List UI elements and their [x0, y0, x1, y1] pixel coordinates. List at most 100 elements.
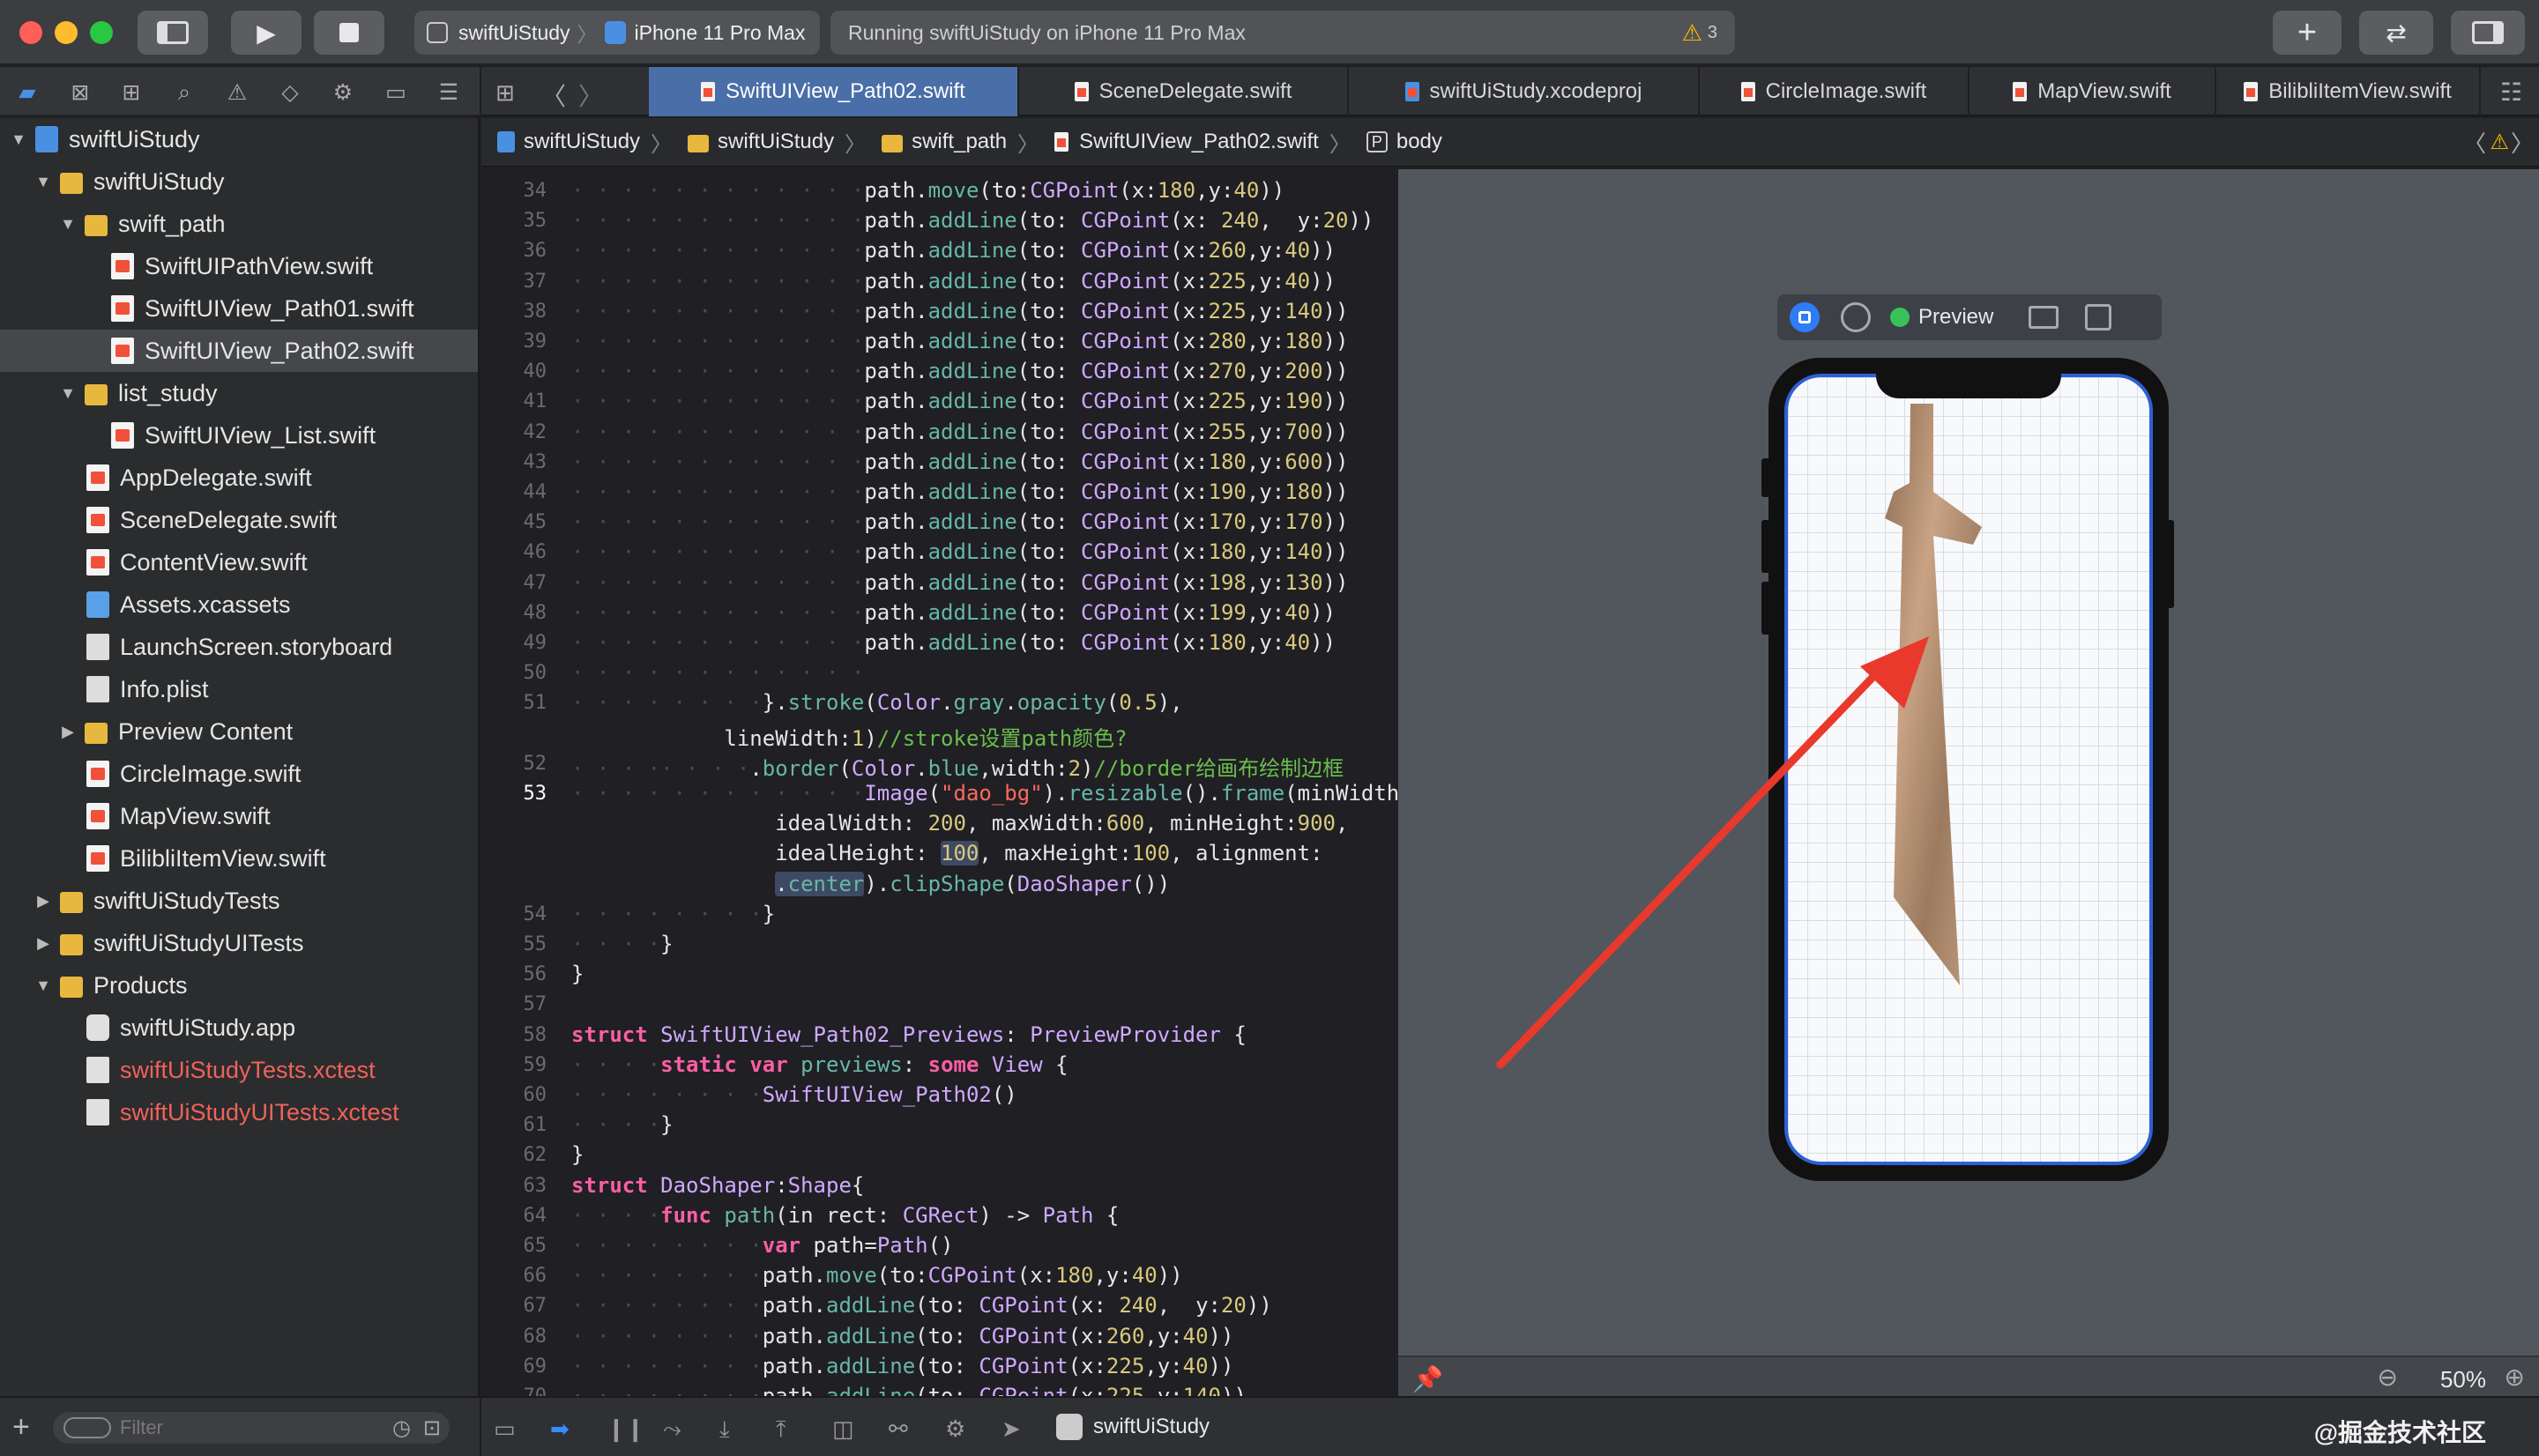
code-line[interactable]: · · · · · · · · · · · ·path.addLine(to: …	[571, 449, 1349, 474]
source-editor[interactable]: 34 35 36 37 38 39 40 41 42 43 44 45 46 4…	[481, 169, 1398, 1396]
code-line[interactable]: }	[571, 1142, 584, 1167]
code-line[interactable]: · · · · · · · · · · · ·path.addLine(to: …	[571, 479, 1349, 504]
code-line[interactable]: · · · · · · · ·path.move(to:CGPoint(x:18…	[571, 1263, 1183, 1288]
previous-issue-chevron-icon[interactable]: 〈	[2463, 126, 2486, 159]
breadcrumb-project[interactable]: swiftUiStudy 〉	[497, 127, 672, 158]
hide-debug-area-icon[interactable]: ▭	[494, 1415, 516, 1443]
code-line[interactable]: · · · · · · · · · · · ·path.addLine(to: …	[571, 299, 1349, 323]
nav-item-file[interactable]: MapView.swift	[0, 795, 478, 837]
nav-item-file[interactable]: Info.plist	[0, 668, 478, 710]
warning-indicator[interactable]: ⚠ 3	[1682, 19, 1717, 47]
nav-item-file[interactable]: SceneDelegate.swift	[0, 499, 478, 541]
disclosure-closed-icon[interactable]: ▶	[34, 934, 53, 953]
code-line[interactable]: · · · · · · · ·path.addLine(to: CGPoint(…	[571, 1324, 1233, 1348]
breakpoint-navigator-icon[interactable]: ▭	[383, 79, 409, 106]
zoom-level[interactable]: 50%	[2440, 1366, 2486, 1393]
step-over-icon[interactable]: ⤳	[663, 1415, 681, 1444]
disclosure-open-icon[interactable]: ▼	[34, 173, 53, 191]
code-line[interactable]: · · · · · · · · · · · ·path.addLine(to: …	[571, 208, 1374, 233]
code-line[interactable]: · · · ·· · · ·.border(Color.blue,width:2…	[571, 751, 1344, 782]
duplicate-preview-icon[interactable]	[2085, 304, 2112, 331]
memory-graph-icon[interactable]: ⚯	[889, 1415, 908, 1443]
library-button[interactable]: +	[2273, 11, 2342, 55]
nav-item-file[interactable]: LaunchScreen.storyboard	[0, 626, 478, 668]
nav-item-file[interactable]: swiftUiStudy.app	[0, 1007, 478, 1049]
nav-item-file-selected[interactable]: SwiftUIView_Path02.swift	[0, 330, 478, 372]
nav-item-file[interactable]: AppDelegate.swift	[0, 457, 478, 499]
issue-navigator-warning-icon[interactable]: ⚠	[224, 79, 250, 106]
nav-item-project[interactable]: ▼ swiftUiStudy	[0, 118, 478, 160]
stop-button[interactable]	[314, 11, 384, 55]
close-window-button[interactable]	[19, 21, 42, 44]
view-hierarchy-icon[interactable]: ◫	[832, 1415, 854, 1443]
source-control-icon[interactable]: ⊠	[67, 79, 93, 106]
tab-xcodeproj[interactable]: swiftUiStudy.xcodeproj	[1349, 67, 1700, 116]
code-line[interactable]: · · · · · · · · · · · ·path.addLine(to: …	[571, 600, 1336, 625]
code-line[interactable]: · · · ·static var previews: some View {	[571, 1052, 1068, 1077]
step-into-icon[interactable]: ⤓	[719, 1415, 730, 1444]
recent-files-clock-icon[interactable]: ◷	[392, 1415, 411, 1441]
breadcrumb-group[interactable]: swiftUiStudy 〉	[688, 127, 866, 158]
disclosure-open-icon[interactable]: ▼	[9, 130, 28, 149]
filter-input[interactable]: Filter	[120, 1416, 163, 1439]
run-button[interactable]: ▶	[231, 11, 302, 55]
report-navigator-icon[interactable]: ☰	[436, 79, 462, 106]
code-line[interactable]: · · · · · · · ·path.addLine(to: CGPoint(…	[571, 1293, 1272, 1318]
add-file-plus-icon[interactable]: +	[12, 1410, 30, 1445]
code-line[interactable]: · · · · · · · ·}.stroke(Color.gray.opaci…	[571, 690, 1183, 715]
debug-navigator-icon[interactable]: ⚙	[330, 79, 356, 106]
code-line[interactable]: · · · · · · · · · · · ·path.addLine(to: …	[571, 269, 1336, 293]
breadcrumb-folder[interactable]: swift_path 〉	[882, 127, 1039, 158]
nav-item-file-missing[interactable]: swiftUiStudyUITests.xctest	[0, 1091, 478, 1133]
code-line[interactable]: · · · · · · · · · · · ·path.addLine(to: …	[571, 329, 1349, 353]
step-out-icon[interactable]: ⤒	[776, 1415, 786, 1444]
code-line[interactable]: · · · · · · · ·path.addLine(to: CGPoint(…	[571, 1354, 1233, 1378]
disclosure-open-icon[interactable]: ▼	[58, 384, 78, 403]
breakpoints-toggle-icon[interactable]: ➡	[550, 1415, 570, 1443]
pin-preview-icon[interactable]: 📌	[1412, 1364, 1443, 1393]
tab-bilibliitemview[interactable]: BilibliItemView.swift	[2216, 67, 2481, 116]
project-navigator-folder-icon[interactable]: ▰	[14, 79, 41, 106]
nav-item-group[interactable]: ▶ swiftUiStudyTests	[0, 880, 478, 922]
filter-options-icon[interactable]	[63, 1417, 111, 1438]
nav-item-file[interactable]: CircleImage.swift	[0, 753, 478, 795]
code-line[interactable]: struct SwiftUIView_Path02_Previews: Prev…	[571, 1022, 1247, 1047]
code-line[interactable]: · · · · · · · ·var path=Path()	[571, 1233, 954, 1258]
code-line[interactable]: struct DaoShaper:Shape{	[571, 1173, 864, 1198]
environment-overrides-icon[interactable]: ⚙	[945, 1415, 965, 1443]
nav-item-file[interactable]: Assets.xcassets	[0, 583, 478, 626]
disclosure-closed-icon[interactable]: ▶	[58, 723, 78, 741]
nav-item-group[interactable]: ▼ list_study	[0, 372, 478, 414]
code-line[interactable]: · · · ·}	[571, 1112, 674, 1137]
zoom-window-button[interactable]	[90, 21, 113, 44]
nav-item-group[interactable]: ▼ swift_path	[0, 203, 478, 245]
inspector-toggle-button[interactable]	[2451, 11, 2525, 55]
live-preview-button[interactable]	[1790, 302, 1820, 332]
nav-item-file[interactable]: ContentView.swift	[0, 541, 478, 583]
nav-item-group[interactable]: ▼ Products	[0, 964, 478, 1007]
simulate-location-icon[interactable]: ➤	[1001, 1415, 1021, 1443]
nav-item-group[interactable]: ▶ swiftUiStudyUITests	[0, 922, 478, 964]
code-line[interactable]: idealWidth: 200, maxWidth:600, minHeight…	[571, 811, 1348, 836]
code-line[interactable]: · · · · · · · · · · · ·path.addLine(to: …	[571, 420, 1349, 444]
inspect-preview-icon[interactable]	[1841, 302, 1871, 332]
nav-item-file-missing[interactable]: swiftUiStudyTests.xctest	[0, 1049, 478, 1091]
code-line[interactable]: · · · · · · · · · · · ·path.addLine(to: …	[571, 359, 1349, 383]
hide-navigator-button[interactable]	[138, 11, 208, 55]
nav-item-file[interactable]: SwiftUIPathView.swift	[0, 245, 478, 287]
code-line[interactable]: · · · · · · · ·SwiftUIView_Path02()	[571, 1082, 1017, 1107]
back-chevron-icon[interactable]: 〈	[541, 78, 566, 113]
editor-options-icon[interactable]: ☷	[2500, 78, 2522, 107]
code-line[interactable]: · · · · · · · · · · · ·path.addLine(to: …	[571, 509, 1349, 534]
code-review-button[interactable]: ⇄	[2359, 11, 2433, 55]
find-navigator-search-icon[interactable]: ⌕	[171, 79, 197, 106]
code-line[interactable]: lineWidth:1)//stroke设置path颜色?	[571, 721, 1127, 752]
code-line[interactable]: · · · · · · · · · · · ·path.addLine(to: …	[571, 630, 1336, 655]
disclosure-closed-icon[interactable]: ▶	[34, 892, 53, 910]
nav-item-group[interactable]: ▼ swiftUiStudy	[0, 160, 478, 203]
test-navigator-diamond-icon[interactable]: ◇	[277, 79, 303, 106]
code-line[interactable]: · · · · · · · · · · · ·	[571, 660, 864, 685]
source-control-filter-icon[interactable]: ⊡	[423, 1415, 441, 1441]
tab-mapview[interactable]: MapView.swift	[1969, 67, 2216, 116]
symbol-navigator-icon[interactable]: ⊞	[118, 79, 145, 106]
